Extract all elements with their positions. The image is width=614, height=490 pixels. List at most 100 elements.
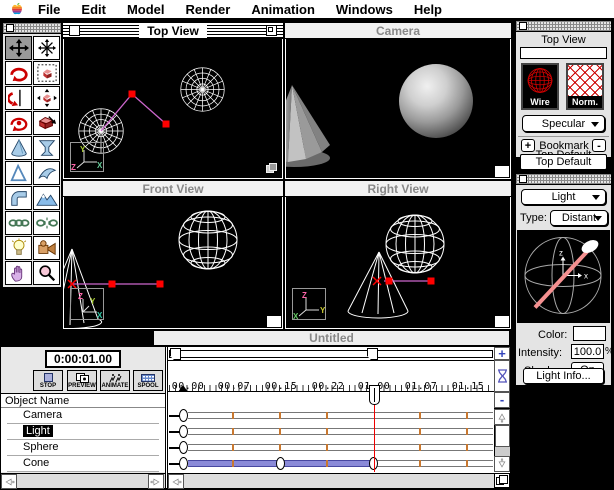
name-column-scrollbar[interactable] [1, 473, 165, 488]
rotate-center-tool[interactable] [5, 111, 32, 135]
menu-help[interactable]: Help [414, 2, 442, 17]
bookmark-preset-button[interactable]: Top Default [520, 154, 607, 170]
start-marker-icon[interactable] [178, 385, 188, 392]
track-remove-button[interactable]: - [494, 392, 510, 408]
right-view-titlebar[interactable]: Right View [285, 181, 511, 197]
sequencer-titlebar[interactable]: Untitled [153, 330, 510, 346]
resize-box[interactable] [494, 165, 510, 178]
close-box-icon[interactable] [519, 175, 527, 183]
bookmark-add-button[interactable]: + [521, 139, 535, 152]
close-box-icon[interactable] [519, 22, 527, 30]
scroll-left-arrow[interactable] [168, 474, 184, 489]
time-range-track[interactable] [169, 350, 493, 358]
resize-box[interactable] [494, 315, 510, 328]
keyframe-marker[interactable] [179, 425, 188, 438]
rotate-tool[interactable] [5, 61, 32, 85]
shading-mode-dropdown[interactable]: Specular [522, 115, 605, 132]
wire-mode-button[interactable]: Wire [521, 63, 559, 110]
unlink-tool[interactable] [33, 211, 60, 235]
scroll-down-arrow[interactable] [494, 456, 510, 472]
range-start-handle[interactable] [170, 348, 181, 360]
spool-button[interactable]: SPOOL [133, 370, 163, 391]
close-box-icon[interactable] [69, 25, 80, 36]
light-type-dropdown[interactable]: Distant [550, 210, 608, 226]
keypoint-handle[interactable] [109, 281, 116, 288]
menu-model[interactable]: Model [127, 2, 165, 17]
move-3d-tool[interactable] [33, 86, 60, 110]
range-end-handle[interactable] [367, 348, 378, 360]
normal-mode-button[interactable]: Norm. [566, 63, 604, 110]
menu-file[interactable]: File [38, 2, 60, 17]
pages-icon[interactable] [266, 163, 278, 174]
marquee-scale-tool[interactable] [33, 61, 60, 85]
close-box-icon[interactable] [6, 24, 14, 32]
keypoint-handle[interactable] [129, 91, 136, 98]
resize-box[interactable] [266, 315, 282, 328]
scroll-up-arrow[interactable] [494, 409, 510, 425]
zoom-tool[interactable] [33, 261, 60, 285]
right-view-canvas[interactable]: Z Y X [286, 197, 510, 328]
object-row-camera[interactable]: Camera [1, 408, 165, 424]
front-view-canvas[interactable]: Z Y X [64, 197, 282, 328]
camera-canvas[interactable] [286, 39, 510, 178]
keyframe-marker[interactable] [179, 441, 188, 454]
hourglass-icon[interactable] [494, 360, 510, 392]
pipe-tool[interactable] [5, 186, 32, 210]
object-type-dropdown[interactable]: Light [521, 189, 606, 205]
tracks-vertical-scrollbar[interactable] [494, 408, 511, 472]
menu-animation[interactable]: Animation [251, 2, 315, 17]
apple-menu[interactable] [10, 1, 24, 17]
stop-button[interactable]: STOP [33, 370, 63, 391]
top-view-canvas[interactable]: Y X Z [64, 39, 282, 178]
camera-titlebar[interactable]: Camera [285, 23, 511, 39]
animate-button[interactable]: ANIMATE [100, 370, 130, 391]
terrain-tool[interactable] [33, 186, 60, 210]
scroll-right-arrow[interactable] [148, 474, 164, 489]
light-palette-titlebar[interactable] [516, 174, 611, 185]
extrude-tool[interactable] [33, 111, 60, 135]
view-name-field[interactable] [520, 47, 607, 59]
keypoint-handle[interactable] [157, 281, 164, 288]
light-info-button[interactable]: Light Info... [523, 368, 604, 384]
object-row-cone[interactable]: Cone [1, 456, 165, 472]
color-swatch[interactable] [573, 326, 606, 341]
front-view-titlebar[interactable]: Front View [63, 181, 283, 197]
resize-grip-icon[interactable] [494, 473, 510, 488]
top-view-titlebar[interactable]: Top View [63, 23, 283, 39]
move-tool[interactable] [5, 36, 32, 60]
zoom-box-icon[interactable] [266, 25, 277, 36]
object-row-light[interactable]: Light [1, 424, 165, 440]
track-add-button[interactable]: + [494, 347, 510, 360]
keypoint-handle[interactable] [386, 278, 393, 285]
view-palette-titlebar[interactable] [516, 21, 611, 32]
scroll-left-arrow[interactable] [1, 474, 17, 489]
menu-edit[interactable]: Edit [81, 2, 106, 17]
rotate-axis-tool[interactable] [5, 86, 32, 110]
timeline-ruler[interactable]: 00.00 00.07 00.15 00.22 01.00 01.07 01.1… [168, 360, 494, 392]
move-free-tool[interactable] [33, 36, 60, 60]
vscroll-thumb[interactable] [495, 425, 510, 447]
keyframe-marker[interactable] [179, 409, 188, 422]
keyframe-marker[interactable] [276, 457, 285, 470]
surface-tool[interactable] [33, 161, 60, 185]
light-source-blob[interactable] [579, 237, 600, 255]
keypoint-handle[interactable] [163, 121, 170, 128]
link-tool[interactable] [5, 211, 32, 235]
timeline-scrollbar[interactable] [168, 473, 494, 488]
spline-object-tool[interactable] [5, 161, 32, 185]
keyframe-marker[interactable] [179, 457, 188, 470]
pan-tool[interactable] [5, 261, 32, 285]
object-row-sphere[interactable]: Sphere [1, 440, 165, 456]
cone-primitive-tool[interactable] [5, 136, 32, 160]
menu-windows[interactable]: Windows [336, 2, 393, 17]
tool-palette-titlebar[interactable] [3, 23, 61, 34]
menu-render[interactable]: Render [186, 2, 231, 17]
light-tool[interactable] [5, 236, 32, 260]
preview-button[interactable]: PREVIEW [67, 370, 97, 391]
camera-object-tool[interactable] [33, 236, 60, 260]
playhead-handle[interactable] [369, 385, 380, 405]
keypoint-handle[interactable] [428, 278, 435, 285]
light-direction-trackball[interactable]: z x [517, 230, 610, 323]
lathe-tool[interactable] [33, 136, 60, 160]
bookmark-remove-button[interactable]: - [592, 139, 606, 152]
